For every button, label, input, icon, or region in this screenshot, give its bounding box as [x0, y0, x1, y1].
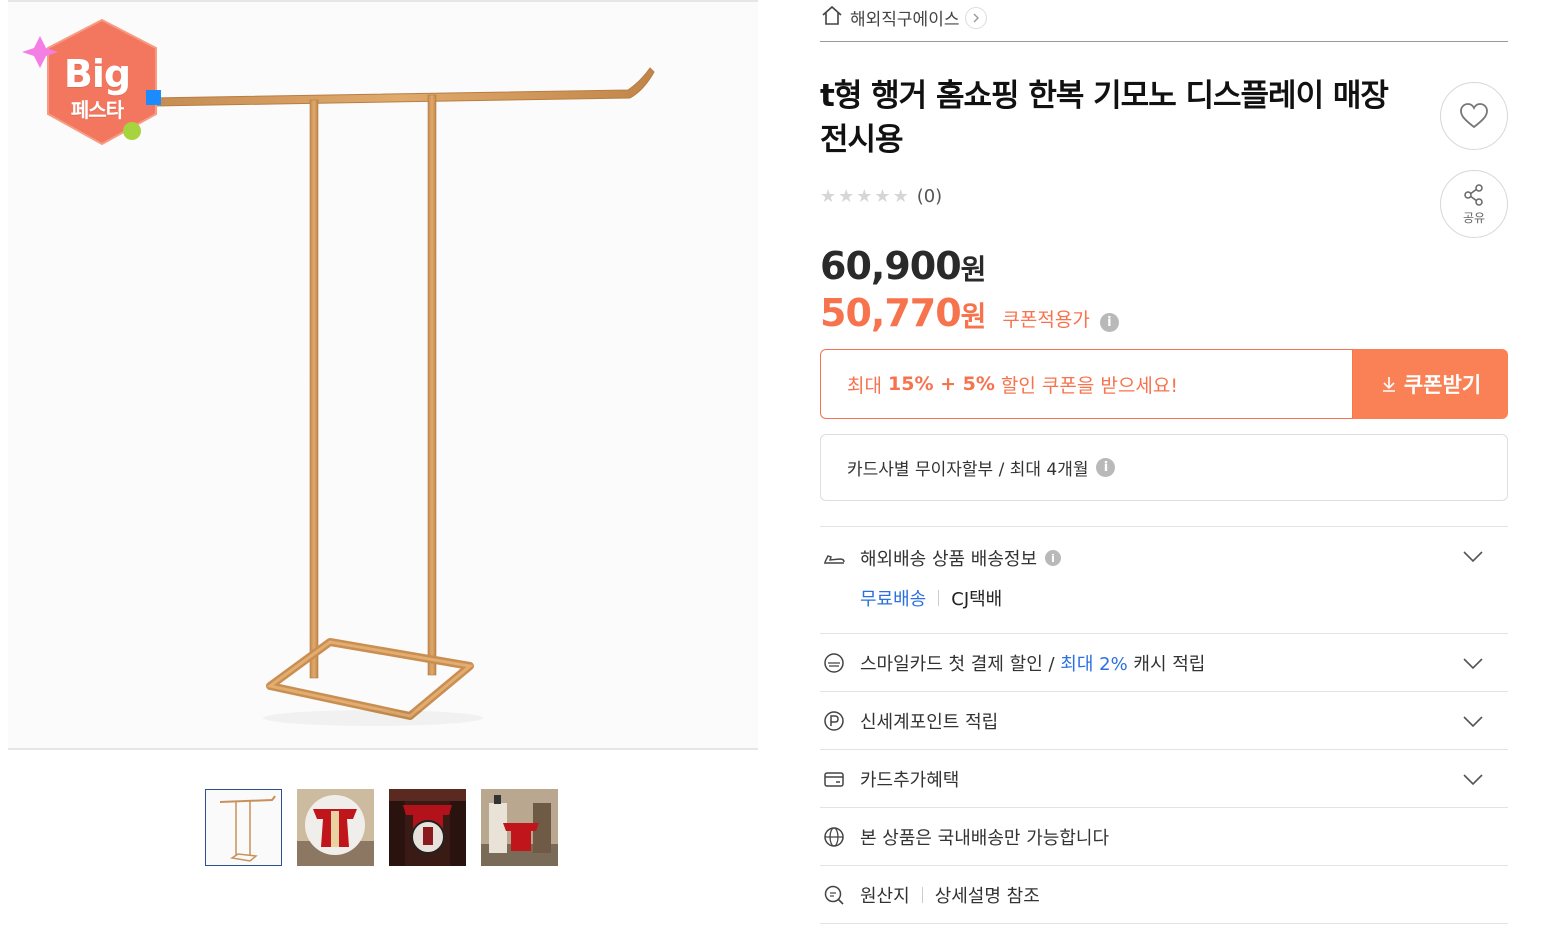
thumbnail-1[interactable] — [205, 789, 282, 866]
origin-value: 상세설명 참조 — [934, 885, 1040, 907]
installment-info: 카드사별 무이자할부 / 최대 4개월 i — [820, 434, 1508, 501]
smilecard-text-prefix: 스마일카드 첫 결제 할인 / — [860, 653, 1061, 675]
share-icon — [1464, 183, 1483, 206]
shipping-title: 해외배송 상품 배송정보 — [860, 549, 1038, 570]
star-icon: ★ — [838, 185, 855, 207]
domestic-shipping-text: 본 상품은 국내배송만 가능합니다 — [860, 827, 1110, 849]
coupon-button-label: 쿠폰받기 — [1403, 373, 1482, 397]
download-icon — [1382, 377, 1395, 392]
product-title-line2: 전시용 — [820, 122, 904, 158]
product-info-panel: 해외직구에이스 t형 행거 홈쇼핑 한복 기모노 디스플레이 매장 전시용 공유… — [820, 0, 1508, 924]
origin-label: 원산지 — [860, 885, 910, 907]
smilecard-icon — [822, 651, 846, 675]
point-icon — [822, 709, 846, 733]
sale-price: 50,770원 쿠폰적용가 i — [820, 291, 1119, 335]
chevron-down-icon — [1463, 657, 1483, 669]
star-icon: ★ — [856, 185, 873, 207]
original-price-unit: 원 — [960, 253, 987, 286]
product-title: t형 행거 홈쇼핑 한복 기모노 디스플레이 매장 전시용 — [820, 74, 1430, 162]
rating[interactable]: ★ ★ ★ ★ ★ (0) — [820, 186, 942, 207]
airplane-icon — [822, 547, 846, 571]
shipping-info-row[interactable]: 해외배송 상품 배송정보 i 무료배송 CJ택배 — [820, 527, 1508, 634]
original-price-amount: 60,900 — [820, 244, 962, 288]
chevron-right-icon[interactable] — [965, 6, 988, 29]
thumbnail-list — [205, 789, 558, 866]
sale-price-amount: 50,770 — [820, 291, 962, 335]
chevron-down-icon — [1463, 715, 1483, 727]
heart-icon — [1460, 103, 1488, 129]
thumbnail-2[interactable] — [297, 789, 374, 866]
star-icon: ★ — [874, 185, 891, 207]
breadcrumb: 해외직구에이스 — [820, 0, 1508, 42]
globe-icon — [822, 825, 846, 849]
original-price: 60,900원 — [820, 244, 987, 288]
info-icon[interactable]: i — [1096, 458, 1116, 477]
main-product-image: Big 페스타 — [8, 0, 758, 750]
big-festa-badge: Big 페스타 — [22, 14, 172, 159]
info-icon[interactable]: i — [1045, 550, 1062, 566]
star-icon: ★ — [820, 185, 837, 207]
divider — [938, 590, 940, 606]
points-row[interactable]: 신세계포인트 적립 — [820, 692, 1508, 750]
domestic-shipping-row: 본 상품은 국내배송만 가능합니다 — [820, 808, 1508, 866]
smilecard-text-suffix: 캐시 적립 — [1127, 653, 1206, 675]
coupon-text-highlight: 15% + 5% — [888, 373, 995, 395]
free-shipping-label: 무료배송 — [860, 589, 927, 610]
star-icon: ★ — [892, 185, 909, 207]
installment-text: 카드사별 무이자할부 / 최대 4개월 — [847, 460, 1089, 480]
rating-stars: ★ ★ ★ ★ ★ — [820, 185, 909, 207]
card-benefit-text: 카드추가혜택 — [860, 769, 960, 791]
coupon-text-prefix: 최대 — [847, 374, 888, 397]
smilecard-row[interactable]: 스마일카드 첫 결제 할인 / 최대 2% 캐시 적립 — [820, 634, 1508, 692]
benefit-list: 해외배송 상품 배송정보 i 무료배송 CJ택배 스마일카드 첫 결제 할인 /… — [820, 526, 1508, 924]
badge-big-text: Big — [63, 52, 131, 96]
share-label: 공유 — [1462, 210, 1486, 225]
share-button[interactable]: 공유 — [1440, 170, 1508, 238]
home-icon[interactable] — [820, 4, 844, 31]
badge-festa-text: 페스타 — [70, 98, 124, 122]
coupon-price-label: 쿠폰적용가 — [1002, 309, 1090, 331]
points-text: 신세계포인트 적립 — [860, 711, 999, 733]
smilecard-highlight: 최대 2% — [1060, 653, 1128, 675]
card-benefit-row[interactable]: 카드추가혜택 — [820, 750, 1508, 808]
carrier-name: CJ택배 — [951, 589, 1003, 610]
chevron-down-icon — [1463, 773, 1483, 785]
wishlist-button[interactable] — [1440, 82, 1508, 150]
info-icon[interactable]: i — [1099, 313, 1119, 332]
product-title-line1: t형 행거 홈쇼핑 한복 기모노 디스플레이 매장 — [820, 78, 1389, 114]
thumbnail-3[interactable] — [389, 789, 466, 866]
sale-price-unit: 원 — [960, 300, 987, 333]
shipping-details: 무료배송 CJ택배 — [860, 585, 1002, 611]
coupon-banner[interactable]: 최대 15% + 5% 할인 쿠폰을 받으세요! — [820, 349, 1353, 419]
store-name-link[interactable]: 해외직구에이스 — [850, 5, 959, 30]
divider — [921, 886, 923, 903]
coupon-text-suffix: 할인 쿠폰을 받으세요! — [994, 374, 1178, 397]
origin-row: 원산지 상세설명 참조 — [820, 866, 1508, 924]
download-coupon-button[interactable]: 쿠폰받기 — [1353, 349, 1508, 419]
credit-card-icon — [822, 767, 846, 791]
thumbnail-4[interactable] — [481, 789, 558, 866]
review-count: (0) — [916, 186, 943, 207]
search-icon — [822, 883, 846, 907]
chevron-down-icon — [1463, 551, 1483, 563]
